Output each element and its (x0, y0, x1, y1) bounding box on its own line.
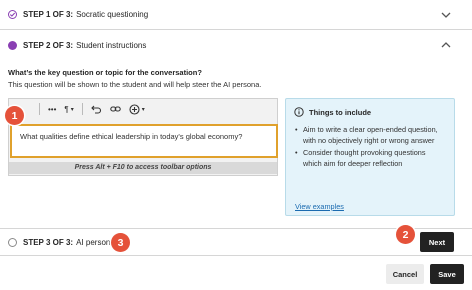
step-1-label: STEP 1 OF 3: Socratic questioning (23, 10, 148, 19)
step-3-prefix: STEP 3 OF 3: (23, 237, 74, 247)
chevron-up-icon[interactable] (440, 39, 452, 51)
plus-circle-icon (129, 103, 140, 115)
pending-step-circle-icon (8, 237, 17, 247)
view-examples-link[interactable]: View examples (295, 202, 344, 211)
chevron-down-icon[interactable] (440, 9, 452, 21)
step-2-header[interactable]: STEP 2 OF 3: Student instructions (0, 30, 472, 60)
toolbar-hint: Press Alt + F10 to access toolbar option… (9, 162, 277, 174)
toolbar-divider (81, 103, 83, 115)
link-button[interactable] (109, 102, 121, 116)
step-1-header[interactable]: STEP 1 OF 3: Socratic questioning (0, 0, 472, 30)
callout-badge-1: 1 (5, 106, 24, 125)
caret-down-icon: ▾ (70, 106, 74, 113)
callout-badge-3: 3 (111, 233, 130, 252)
check-circle-icon (8, 10, 17, 19)
active-step-dot-icon (8, 40, 17, 50)
info-icon (294, 107, 304, 117)
step-2-title: Student instructions (76, 40, 147, 50)
tips-title: Things to include (294, 107, 446, 117)
toolbar-divider (39, 103, 40, 115)
question-input[interactable]: What qualities define ethical leadership… (10, 124, 278, 158)
undo-icon (90, 105, 101, 114)
undo-button[interactable] (90, 102, 102, 116)
editor-toolbar: ••• ¶ ▾ ▾ (9, 99, 277, 119)
step-2-prefix: STEP 2 OF 3: (23, 40, 74, 50)
callout-badge-2: 2 (396, 225, 415, 244)
rich-text-editor: ••• ¶ ▾ ▾ What qualities define ethical l… (8, 98, 278, 176)
step-1-title: Socratic questioning (76, 10, 149, 19)
question-help-text: This question will be shown to the stude… (8, 80, 262, 89)
tips-list: Aim to write a clear open-ended question… (294, 125, 446, 169)
more-options-button[interactable]: ••• (48, 102, 56, 116)
paragraph-format-button[interactable]: ¶ ▾ (64, 102, 73, 116)
tips-panel: Things to include Aim to write a clear o… (285, 98, 455, 216)
save-button[interactable]: Save (430, 264, 464, 284)
step-2-label: STEP 2 OF 3: Student instructions (23, 41, 146, 50)
tips-list-item: Consider thought provoking questions whi… (294, 148, 446, 169)
cancel-button[interactable]: Cancel (386, 264, 424, 284)
tips-list-item: Aim to write a clear open-ended question… (294, 125, 446, 146)
step-3-title: AI persona (76, 237, 115, 247)
step-3-label: STEP 3 OF 3: AI persona (23, 238, 115, 247)
step-1-prefix: STEP 1 OF 3: (23, 10, 74, 19)
link-icon (109, 106, 121, 112)
tips-title-text: Things to include (309, 107, 372, 117)
insert-content-button[interactable]: ▾ (129, 102, 145, 116)
question-label: What’s the key question or topic for the… (8, 68, 202, 77)
next-button[interactable]: Next (420, 232, 454, 252)
caret-down-icon: ▾ (141, 106, 145, 113)
pilcrow-icon: ¶ (64, 104, 69, 114)
